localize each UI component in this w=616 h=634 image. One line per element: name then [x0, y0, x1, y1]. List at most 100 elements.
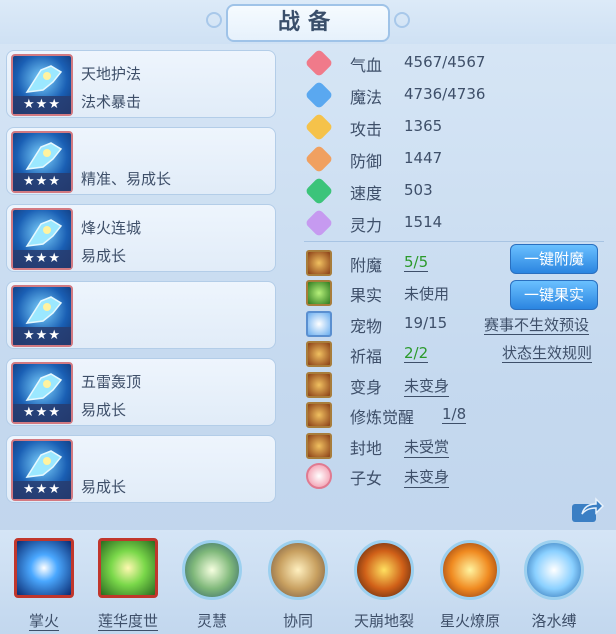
- prairie-fire-icon[interactable]: [440, 540, 500, 600]
- shield-icon: [304, 144, 334, 174]
- status-rules-link[interactable]: 状态生效规则: [502, 344, 593, 363]
- equipment-slot[interactable]: ★★★ 天地护法 法术暴击: [6, 50, 276, 118]
- tournament-preset-link[interactable]: 赛事不生效预设: [484, 316, 590, 335]
- equipment-icon[interactable]: ★★★: [11, 439, 73, 501]
- equipment-icon[interactable]: ★★★: [11, 362, 73, 424]
- skill-name: 灵慧: [196, 612, 227, 630]
- earthquake-icon[interactable]: [354, 540, 414, 600]
- equipment-icon[interactable]: ★★★: [11, 208, 73, 270]
- star-rating: ★★★: [13, 250, 71, 268]
- extra-value[interactable]: 1/8: [442, 405, 467, 424]
- skill-slot[interactable]: 莲华度世: [88, 534, 168, 634]
- extra-label: 修炼觉醒: [350, 408, 415, 427]
- extra-row: 变身 未变身: [306, 370, 606, 400]
- heart-icon: [304, 48, 334, 78]
- star-rating: ★★★: [13, 327, 71, 345]
- equipment-icon[interactable]: ★★★: [11, 131, 73, 193]
- one-click-fruit-button[interactable]: 一键果实: [510, 280, 598, 310]
- equipment-slot[interactable]: ★★★: [6, 281, 276, 349]
- stat-value: 503: [404, 181, 433, 199]
- extra-value: 19/15: [404, 314, 448, 332]
- skill-slot[interactable]: 星火燎原: [430, 534, 510, 634]
- equipment-name: 五雷轰顶: [81, 373, 142, 391]
- star-rating: ★★★: [13, 96, 71, 114]
- star-rating: ★★★: [13, 173, 71, 191]
- water-bind-icon[interactable]: [524, 540, 584, 600]
- skill-label: 掌火: [4, 610, 84, 631]
- equipment-name: 天地护法: [81, 65, 142, 83]
- skill-label: 莲华度世: [88, 610, 168, 631]
- one-click-enchant-button[interactable]: 一键附魔: [510, 244, 598, 274]
- skill-name: 星火燎原: [439, 612, 500, 630]
- extra-label: 子女: [350, 469, 383, 488]
- title-plate: 战备: [226, 4, 390, 42]
- equipment-slot[interactable]: ★★★ 烽火连城 易成长: [6, 204, 276, 272]
- stat-value: 1365: [404, 117, 443, 135]
- skill-label: 星火燎原: [430, 610, 510, 631]
- stat-value: 1447: [404, 149, 443, 167]
- stat-value: 4736/4736: [404, 85, 486, 103]
- equipment-slot[interactable]: ★★★ 精准、易成长: [6, 127, 276, 195]
- equipment-name: 烽火连城: [81, 219, 142, 237]
- stat-label: 气血: [350, 56, 383, 75]
- palm-fire-icon[interactable]: [14, 538, 74, 598]
- fief-icon: [306, 433, 332, 459]
- equipment-slot[interactable]: ★★★ 易成长: [6, 435, 276, 503]
- skill-label: 灵慧: [172, 610, 252, 631]
- equipment-traits: 易成长: [81, 401, 127, 419]
- skill-slot[interactable]: 协同: [258, 534, 338, 634]
- title-bar: 战备: [0, 0, 616, 44]
- skill-slot[interactable]: 掌火: [4, 534, 84, 634]
- stat-label: 魔法: [350, 88, 383, 107]
- extra-value[interactable]: 未变身: [404, 375, 450, 397]
- equipment-icon[interactable]: ★★★: [11, 54, 73, 116]
- skill-label: 天崩地裂: [344, 610, 424, 631]
- skill-label: 协同: [258, 610, 338, 631]
- stat-label: 攻击: [350, 120, 383, 139]
- skill-name: 洛水缚: [531, 612, 577, 630]
- skill-slot[interactable]: 灵慧: [172, 534, 252, 634]
- skill-slot[interactable]: 天崩地裂: [344, 534, 424, 634]
- equipment-slot[interactable]: ★★★ 五雷轰顶易成长: [6, 358, 276, 426]
- star-rating: ★★★: [13, 404, 71, 422]
- mana-icon: [304, 80, 334, 110]
- blessing-icon: [306, 341, 332, 367]
- stat-value: 1514: [404, 213, 443, 231]
- stat-label: 灵力: [350, 216, 383, 235]
- extra-value: 未使用: [404, 285, 450, 303]
- extra-value: 5/5: [404, 253, 429, 272]
- extra-value[interactable]: 未受赏: [404, 436, 450, 458]
- extra-label: 变身: [350, 378, 383, 397]
- fruit-icon: [306, 280, 332, 306]
- extra-label: 果实: [350, 286, 383, 305]
- extra-label: 附魔: [350, 256, 383, 275]
- stat-row: 气血 4567/4567: [304, 48, 606, 78]
- star-rating: ★★★: [13, 481, 71, 499]
- stat-row: 防御 1447: [304, 144, 606, 174]
- extra-value[interactable]: 未变身: [404, 466, 450, 488]
- lotus-hand-icon[interactable]: [98, 538, 158, 598]
- extra-row: 封地 未受赏: [306, 431, 606, 461]
- skill-name: 协同: [282, 612, 313, 630]
- stat-row: 攻击 1365: [304, 112, 606, 142]
- transform-icon: [306, 372, 332, 398]
- extra-label: 宠物: [350, 317, 383, 336]
- skill-name: 莲华度世: [97, 612, 158, 631]
- cultivation-icon: [306, 402, 332, 428]
- equipment-icon[interactable]: ★★★: [11, 285, 73, 347]
- battle-prep-panel: 战备 ★★★ 天地护法 法术暴击 ★★★ 精准、易成长 ★★★ 烽火连城 易成长 ★★★ ★★★ 五…: [0, 0, 616, 634]
- share-icon[interactable]: [570, 496, 604, 524]
- extra-label: 封地: [350, 439, 383, 458]
- child-icon: [306, 463, 332, 489]
- enchant-icon: [306, 250, 332, 276]
- skill-label: 洛水缚: [514, 610, 594, 631]
- decor-ornament: [394, 12, 410, 28]
- wisdom-icon[interactable]: [182, 540, 242, 600]
- stat-row: 灵力 1514: [304, 208, 606, 238]
- stat-value: 4567/4567: [404, 53, 486, 71]
- skill-name: 掌火: [28, 612, 59, 631]
- decor-ornament: [206, 12, 222, 28]
- pet-icon: [306, 311, 332, 337]
- skill-slot[interactable]: 洛水缚: [514, 534, 594, 634]
- synergy-icon[interactable]: [268, 540, 328, 600]
